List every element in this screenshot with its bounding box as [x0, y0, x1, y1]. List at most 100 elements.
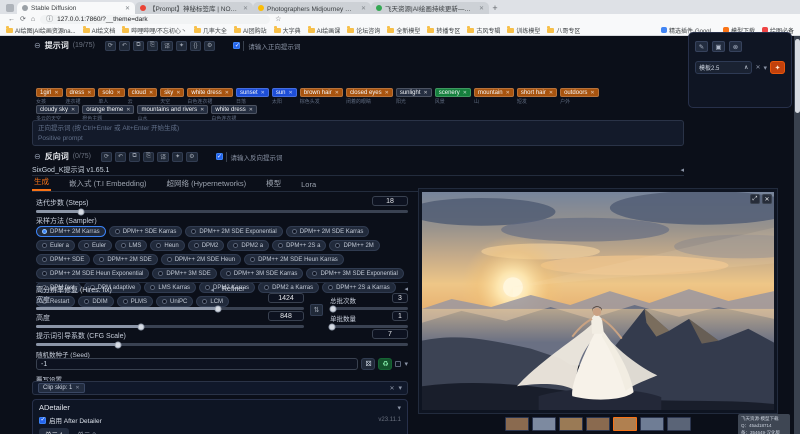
sampler-radio[interactable]: UniPC: [156, 296, 193, 307]
prompt-tag-chip[interactable]: outdoors✕ 户外: [560, 88, 599, 105]
gallery-thumbnail[interactable]: [586, 417, 610, 431]
tab-item[interactable]: 嵌入式 (T.I Embedding): [67, 178, 149, 191]
sampler-radio[interactable]: DPM++ 3M SDE Exponential: [306, 268, 403, 279]
clear-icon[interactable]: ✕: [755, 64, 760, 71]
site-info-icon[interactable]: ⓘ: [46, 16, 53, 23]
prompt-tag-chip[interactable]: solo✕ 单人: [98, 88, 124, 105]
steps-slider[interactable]: [36, 210, 408, 213]
swap-dimensions-button[interactable]: ⇅: [310, 304, 323, 316]
bookmark-item[interactable]: 大字典: [274, 26, 301, 35]
sampler-radio[interactable]: DPM++ SDE: [36, 254, 90, 265]
new-tab-button[interactable]: +: [489, 2, 501, 14]
toolbar-button[interactable]: ⧉: [133, 41, 144, 51]
generated-image[interactable]: [422, 192, 774, 410]
bookmark-item[interactable]: AI绘文档: [83, 26, 116, 35]
tag-remove-icon[interactable]: ✕: [71, 107, 75, 113]
tab-close-icon[interactable]: ✕: [243, 5, 248, 12]
scrollbar-thumb[interactable]: [795, 39, 800, 113]
panel-button[interactable]: ✎: [695, 41, 708, 52]
bookmark-item[interactable]: AI绘画课: [308, 26, 341, 35]
prompt-tag-chip[interactable]: sunset✕ 日落: [236, 88, 269, 105]
seed-input[interactable]: -1: [36, 358, 358, 370]
sampler-radio[interactable]: DPM++ 2M SDE Karras: [286, 226, 370, 237]
tag-remove-icon[interactable]: ✕: [463, 90, 467, 96]
browser-tab[interactable]: 飞天资源|AI绘画持续更新——飞天 ✕: [371, 2, 489, 14]
bookmark-star-icon[interactable]: ☆: [275, 16, 281, 23]
tag-remove-icon[interactable]: ✕: [116, 90, 120, 96]
height-slider[interactable]: [36, 325, 304, 328]
prompt-tag-chip[interactable]: 1girl✕ 女孩: [36, 88, 63, 105]
prompt-tag-chip[interactable]: sky✕ 天空: [160, 88, 184, 105]
sampler-radio[interactable]: Euler a: [36, 240, 75, 251]
toolbar-button[interactable]: ✦: [176, 41, 187, 51]
gallery-thumbnail[interactable]: [640, 417, 664, 431]
close-image-button[interactable]: ✕: [762, 194, 772, 204]
tag-remove-icon[interactable]: ✕: [506, 90, 510, 96]
toolbar-button[interactable]: {}: [190, 41, 201, 51]
panel-button[interactable]: ▣: [712, 41, 725, 52]
chevron-down-icon[interactable]: ▾: [398, 384, 402, 392]
cfg-slider[interactable]: [36, 343, 408, 346]
sampler-radio[interactable]: DDIM: [78, 296, 113, 307]
back-icon[interactable]: ←: [8, 16, 15, 23]
toolbar-button[interactable]: ⟳: [101, 152, 112, 162]
extra-seed-checkbox[interactable]: [395, 361, 401, 367]
bookmark-item[interactable]: 训练模型: [507, 26, 540, 35]
bookmark-item[interactable]: 论坛咨询: [347, 26, 380, 35]
toolbar-button[interactable]: ⎘: [143, 152, 154, 162]
checkbox-checked-icon[interactable]: [233, 42, 240, 49]
tab-close-icon[interactable]: ✕: [361, 5, 366, 12]
url-box[interactable]: ⓘ 127.0.0.1:7860/?__theme=dark: [40, 15, 270, 24]
collapse-icon[interactable]: ⊖: [34, 152, 41, 161]
bookmark-item[interactable]: AI团购站: [234, 26, 267, 35]
width-input[interactable]: 1424: [268, 293, 304, 303]
toolbar-button[interactable]: 译: [161, 41, 173, 51]
prompt-tag-chip[interactable]: brown hair✕ 棕色头发: [300, 88, 343, 105]
tag-remove-icon[interactable]: ✕: [176, 90, 180, 96]
sixgod-accordion[interactable]: SixGod_K提示词 v1.65.1 ◂: [32, 164, 684, 176]
random-seed-button[interactable]: ⚄: [361, 358, 375, 370]
checkbox-checked-icon[interactable]: [216, 153, 223, 160]
gallery-thumbnail[interactable]: [559, 417, 583, 431]
bookmark-item[interactable]: 哔哩哔哩/不忘初心丶: [122, 26, 187, 35]
cfg-input[interactable]: 7: [372, 329, 408, 339]
page-scrollbar[interactable]: [794, 36, 800, 434]
steps-input[interactable]: 18: [372, 196, 408, 206]
browser-tab[interactable]: 【Prompt】神秘标签库 | NOVELAI ✕: [135, 2, 253, 14]
tab-item[interactable]: Lora: [299, 180, 318, 191]
sampler-radio[interactable]: Heun: [150, 240, 184, 251]
tag-remove-icon[interactable]: ✕: [289, 90, 293, 96]
toolbar-button[interactable]: ↶: [119, 41, 130, 51]
prompt-textarea[interactable]: 正向提示词 (按 Ctrl+Enter 或 Alt+Enter 开始生成) Po…: [32, 120, 684, 146]
prompt-tag-chip[interactable]: dress✕ 连衣裙: [66, 88, 96, 105]
prompt-tag-chip[interactable]: closed eyes✕ 闭着的眼睛: [346, 88, 393, 105]
browser-tab[interactable]: Stable Diffusion ✕: [17, 2, 135, 14]
sampler-radio[interactable]: Euler: [78, 240, 112, 251]
batch-size-input[interactable]: 1: [392, 311, 408, 321]
sampler-radio[interactable]: DPM++ 2M Karras: [36, 226, 106, 237]
sampler-radio[interactable]: DPM2 a: [227, 240, 269, 251]
toolbar-button[interactable]: ✦: [172, 152, 183, 162]
tag-remove-icon[interactable]: ✕: [54, 90, 58, 96]
toolbar-button[interactable]: ⟳: [105, 41, 116, 51]
tag-remove-icon[interactable]: ✕: [385, 90, 389, 96]
tag-remove-icon[interactable]: ✕: [549, 90, 553, 96]
reload-icon[interactable]: ⟳: [20, 16, 26, 23]
sampler-radio[interactable]: DPM++ 2M: [329, 240, 379, 251]
toolbar-button[interactable]: 译: [157, 152, 169, 162]
sampler-radio[interactable]: LCM: [196, 296, 229, 307]
gallery-thumbnail[interactable]: [667, 417, 691, 431]
toolbar-button[interactable]: ⎘: [147, 41, 158, 51]
override-settings-box[interactable]: Clip skip: 1 ✕ ✕ ▾: [32, 381, 408, 395]
bookmark-item[interactable]: 全新模型: [387, 26, 420, 35]
toolbar-button[interactable]: ⚙: [186, 152, 197, 162]
tag-remove-icon[interactable]: ✕: [335, 90, 339, 96]
prompt-tag-chip[interactable]: mountain✕ 山: [474, 88, 514, 105]
gallery-thumbnail[interactable]: [532, 417, 556, 431]
collapse-icon[interactable]: ⊖: [34, 41, 41, 50]
home-icon[interactable]: ⌂: [31, 16, 35, 23]
prompt-tag-chip[interactable]: sun✕ 太阳: [272, 88, 297, 105]
prompt-tag-chip[interactable]: sunlight✕ 阳光: [396, 88, 432, 105]
panel-button[interactable]: ⊗: [729, 41, 742, 52]
clear-icon[interactable]: ✕: [389, 385, 394, 392]
